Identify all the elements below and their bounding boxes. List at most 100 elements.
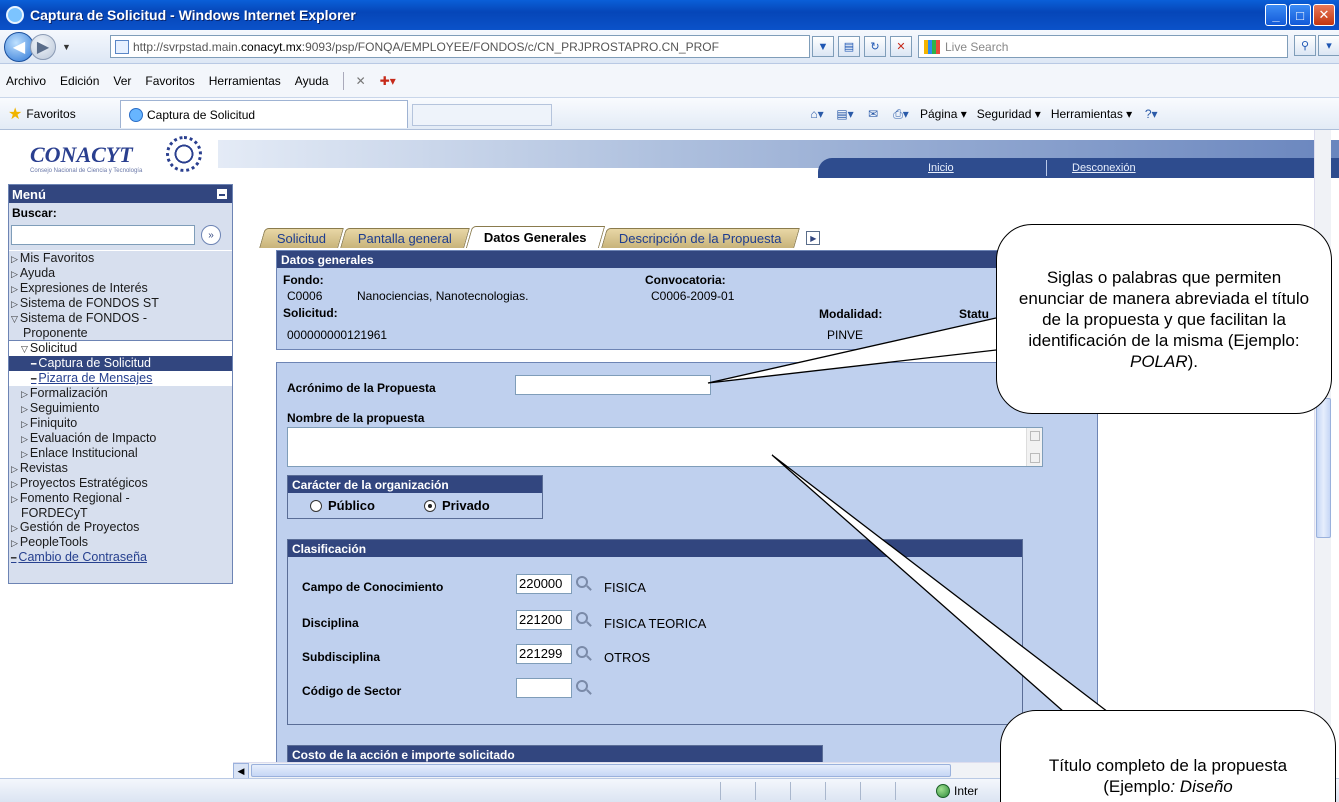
- expand-icon: ▷: [11, 269, 18, 279]
- tab-captura-de-solicitud[interactable]: Captura de Solicitud: [120, 100, 408, 128]
- publico-label: Público: [328, 498, 375, 513]
- security-menu[interactable]: Seguridad ▾: [977, 107, 1041, 121]
- live-search-input[interactable]: Live Search: [918, 35, 1288, 58]
- tab-descripcion-propuesta[interactable]: Descripción de la Propuesta: [600, 228, 800, 248]
- menu-item-ayuda[interactable]: ▷ Ayuda: [9, 266, 232, 281]
- address-field[interactable]: http://svrpstad.main. conacyt.mx:9093/psp…: [110, 35, 810, 58]
- inicio-link[interactable]: Inicio: [928, 162, 954, 174]
- page-vertical-scrollbar[interactable]: [1314, 130, 1331, 762]
- menu-archivo[interactable]: Archivo: [6, 74, 46, 88]
- disciplina-lookup-icon[interactable]: [576, 612, 588, 624]
- sector-code-input[interactable]: [516, 678, 572, 698]
- textarea-scrollbar[interactable]: [1026, 428, 1042, 466]
- history-dropdown-icon[interactable]: ▼: [62, 42, 71, 52]
- menu-item-proyectos[interactable]: ▷ Proyectos Estratégicos: [9, 476, 232, 491]
- collapse-menu-icon[interactable]: [216, 188, 228, 200]
- menu-item-label: Pizarra de Mensajes: [38, 371, 153, 385]
- security-zone[interactable]: Inter: [936, 784, 978, 798]
- favorites-star-icon[interactable]: ★: [8, 104, 22, 124]
- menu-edicion[interactable]: Edición: [60, 74, 99, 88]
- menu-item-gestion[interactable]: ▷ Gestión de Proyectos: [9, 520, 232, 535]
- new-tab-button[interactable]: [412, 104, 552, 126]
- search-icon[interactable]: ⚲: [1294, 35, 1316, 56]
- tab-pantalla-general[interactable]: Pantalla general: [340, 228, 470, 248]
- window-controls: _ □ ✕: [1265, 4, 1335, 26]
- campo-lookup-icon[interactable]: [576, 576, 588, 588]
- menu-item-revistas[interactable]: ▷ Revistas: [9, 461, 232, 476]
- compatibility-view-icon[interactable]: ▤: [838, 36, 860, 57]
- menu-item-proponente[interactable]: Proponente: [9, 326, 232, 340]
- menu-ayuda[interactable]: Ayuda: [295, 74, 329, 88]
- menu-item-evaluacion[interactable]: ▷ Evaluación de Impacto: [9, 431, 232, 446]
- menu-item-solicitud[interactable]: ▽ Solicitud: [9, 340, 232, 356]
- favorites-button[interactable]: Favoritos: [26, 107, 75, 121]
- close-button[interactable]: ✕: [1313, 4, 1335, 26]
- subdisciplina-lookup-icon[interactable]: [576, 646, 588, 658]
- horizontal-scroll-thumb[interactable]: [251, 764, 951, 777]
- sector-lookup-icon[interactable]: [576, 680, 588, 692]
- page-menu[interactable]: Página ▾: [920, 107, 967, 121]
- translate-icon[interactable]: ✚▾: [380, 74, 396, 88]
- desconexion-link[interactable]: Desconexión: [1072, 162, 1136, 174]
- menu-item-cambio-contrasena[interactable]: ━ Cambio de Contraseña: [9, 550, 232, 565]
- acronimo-callout-text: Siglas o palabras que permiten enunciar …: [1013, 267, 1315, 372]
- nombre-textarea[interactable]: [287, 427, 1043, 467]
- header-separator: [1046, 160, 1047, 176]
- subdisciplina-code-input[interactable]: 221299: [516, 644, 572, 664]
- publico-radio[interactable]: Público: [310, 498, 375, 513]
- left-menu: Menú Buscar: » ▷ Mis Favoritos ▷ Ayuda ▷ Ex…: [8, 184, 233, 584]
- menu-herramientas[interactable]: Herramientas: [209, 74, 281, 88]
- favorites-bar: ★ Favoritos Captura de Solicitud ⌂▾ ▤▾ ✉…: [0, 98, 1339, 130]
- clasificacion-header: Clasificación: [288, 540, 1022, 557]
- menu-ver[interactable]: Ver: [113, 74, 131, 88]
- menu-item-formalizacion[interactable]: ▷ Formalización: [9, 386, 232, 401]
- menu-item-finiquito[interactable]: ▷ Finiquito: [9, 416, 232, 431]
- expand-icon: ▷: [11, 479, 18, 489]
- menu-favoritos[interactable]: Favoritos: [145, 74, 194, 88]
- menu-item-fordecyt[interactable]: FORDECyT: [9, 506, 232, 520]
- menu-search-input[interactable]: [11, 225, 195, 245]
- help-icon[interactable]: ?▾: [1142, 106, 1160, 122]
- close-toolbar-icon[interactable]: ✕: [356, 74, 366, 88]
- maximize-button[interactable]: □: [1289, 4, 1311, 26]
- menu-item-peopletools[interactable]: ▷ PeopleTools: [9, 535, 232, 550]
- menu-item-seguimiento[interactable]: ▷ Seguimiento: [9, 401, 232, 416]
- privado-radio[interactable]: Privado: [424, 498, 490, 513]
- next-tab-icon[interactable]: ▶: [806, 231, 821, 245]
- forward-button[interactable]: ▶: [30, 33, 56, 60]
- acronimo-input[interactable]: [515, 375, 711, 395]
- campo-code-input[interactable]: 220000: [516, 574, 572, 594]
- scroll-left-icon[interactable]: ◀: [233, 763, 249, 779]
- address-dropdown-button[interactable]: ▼: [812, 36, 834, 57]
- search-options-icon[interactable]: ▾: [1318, 35, 1339, 56]
- mail-icon[interactable]: ✉: [864, 106, 882, 122]
- menu-item-enlace[interactable]: ▷ Enlace Institucional: [9, 446, 232, 461]
- convocatoria-value: C0006-2009-01: [651, 289, 735, 303]
- menu-search-row: »: [9, 223, 232, 247]
- menu-item-captura-de-solicitud[interactable]: ━ Captura de Solicitud: [9, 356, 232, 371]
- menu-search-go-icon[interactable]: »: [201, 225, 221, 245]
- vertical-scroll-thumb[interactable]: [1316, 398, 1331, 538]
- status-label: Statu: [959, 307, 989, 321]
- search-placeholder: Live Search: [945, 39, 1009, 54]
- menu-list: ▷ Mis Favoritos ▷ Ayuda ▷ Expresiones de In…: [9, 250, 232, 565]
- feeds-icon[interactable]: ▤▾: [836, 106, 854, 122]
- print-icon[interactable]: ⎙▾: [892, 106, 910, 122]
- menu-item-fondos-proponente[interactable]: ▽ Sistema de FONDOS -: [9, 311, 232, 326]
- stop-icon[interactable]: ✕: [890, 36, 912, 57]
- status-value: E: [967, 328, 976, 342]
- tab-solicitud[interactable]: Solicitud: [259, 228, 345, 248]
- tab-datos-generales[interactable]: Datos Generales: [465, 226, 605, 248]
- home-icon[interactable]: ⌂▾: [808, 106, 826, 122]
- menu-item-fomento[interactable]: ▷ Fomento Regional -: [9, 491, 232, 506]
- conacyt-logo: CONACYT Consejo Nacional de Ciencia y Te…: [30, 136, 210, 176]
- tools-menu[interactable]: Herramientas ▾: [1051, 107, 1132, 121]
- menu-item-mis-favoritos[interactable]: ▷ Mis Favoritos: [9, 251, 232, 266]
- menu-item-expresiones[interactable]: ▷ Expresiones de Interés: [9, 281, 232, 296]
- url-rest: :9093/psp/FONQA/EMPLOYEE/FONDOS/c/CN_PRJ…: [301, 39, 719, 54]
- menu-item-fondos-st[interactable]: ▷ Sistema de FONDOS ST: [9, 296, 232, 311]
- refresh-icon[interactable]: ↻: [864, 36, 886, 57]
- minimize-button[interactable]: _: [1265, 4, 1287, 26]
- menu-item-pizarra-de-mensajes[interactable]: ━ Pizarra de Mensajes: [9, 371, 232, 386]
- disciplina-code-input[interactable]: 221200: [516, 610, 572, 630]
